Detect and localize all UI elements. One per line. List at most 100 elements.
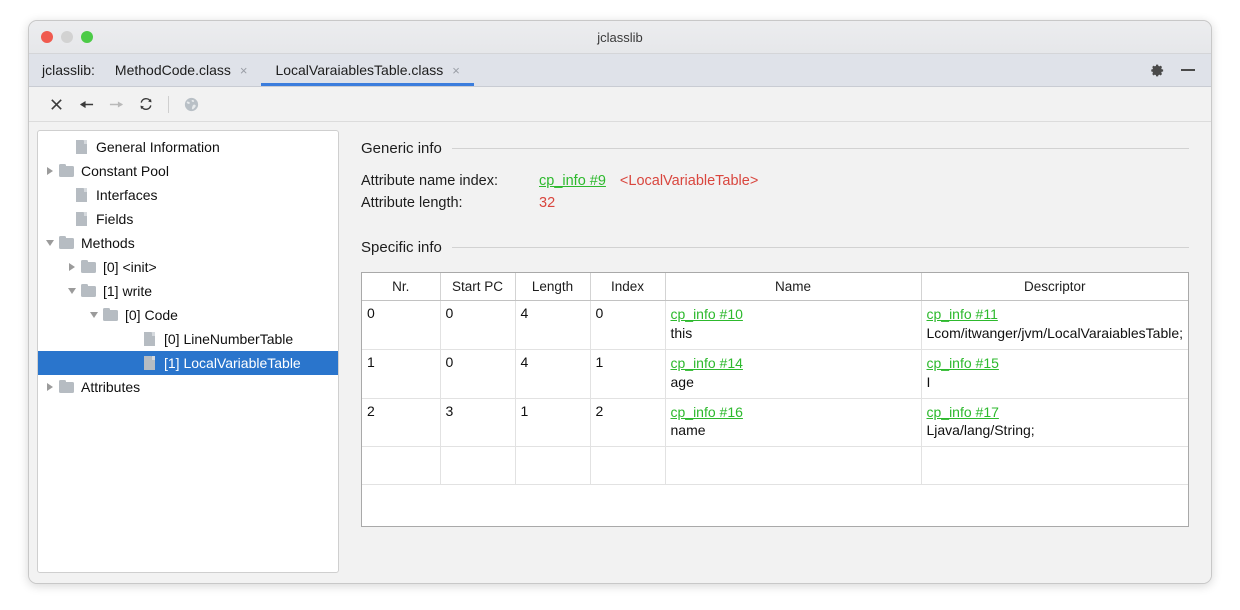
tab-method-code[interactable]: MethodCode.class × bbox=[101, 54, 262, 86]
cp-info-link[interactable]: cp_info #15 bbox=[927, 354, 1184, 373]
minimize-window-button[interactable] bbox=[61, 31, 73, 43]
section-rule bbox=[451, 247, 1189, 248]
tree-item-label: [0] Code bbox=[125, 307, 178, 323]
screenshot-root: jclasslib jclasslib: MethodCode.class × … bbox=[0, 0, 1240, 610]
column-header-nr[interactable]: Nr. bbox=[362, 273, 441, 301]
column-header-descriptor[interactable]: Descriptor bbox=[921, 273, 1188, 301]
maximize-window-button[interactable] bbox=[81, 31, 93, 43]
cell-descriptor-value: Ljava/lang/String; bbox=[926, 422, 1035, 439]
column-header-name[interactable]: Name bbox=[665, 273, 922, 301]
chevron-right-icon[interactable] bbox=[42, 167, 57, 175]
cell-descriptor: cp_info #11 Lcom/itwanger/jvm/LocalVarai… bbox=[921, 300, 1188, 350]
tree-item-local-variable-table[interactable]: [1] LocalVariableTable bbox=[38, 351, 338, 375]
cell-name-value: this bbox=[670, 324, 693, 341]
column-header-start-pc[interactable]: Start PC bbox=[440, 273, 516, 301]
close-window-button[interactable] bbox=[41, 31, 53, 43]
tree-item-label: Attributes bbox=[81, 379, 141, 395]
tab-label: LocalVaraiablesTable.class bbox=[275, 62, 444, 78]
gear-icon[interactable] bbox=[1150, 63, 1165, 78]
tab-bar-prefix: jclasslib: bbox=[42, 62, 95, 78]
column-header-index[interactable]: Index bbox=[590, 273, 666, 301]
close-icon[interactable] bbox=[41, 91, 71, 117]
tree-item-attributes[interactable]: Attributes bbox=[38, 375, 338, 399]
cp-info-link[interactable]: cp_info #14 bbox=[671, 354, 916, 373]
cell-index: 1 bbox=[590, 349, 666, 399]
cell-length: 4 bbox=[515, 300, 591, 350]
table-row[interactable]: 0 0 4 0 cp_info #10 this cp_info #11 Lco… bbox=[362, 300, 1188, 350]
local-variable-table: Nr. Start PC Length Index Name Descripto… bbox=[362, 273, 1188, 486]
attribute-length-row: Attribute length: 32 bbox=[361, 195, 1189, 211]
folder-icon bbox=[59, 379, 74, 395]
tab-bar-actions bbox=[1150, 54, 1211, 86]
table-empty-area bbox=[362, 446, 1188, 486]
close-icon[interactable]: × bbox=[240, 64, 248, 77]
cell-length: 1 bbox=[515, 398, 591, 448]
tree-item-methods[interactable]: Methods bbox=[38, 231, 338, 255]
tree-item-code[interactable]: [0] Code bbox=[38, 303, 338, 327]
specific-info-heading: Specific info bbox=[361, 239, 1189, 256]
table-row[interactable]: 2 3 1 2 cp_info #16 name cp_info #17 Lja… bbox=[362, 398, 1188, 448]
folder-icon bbox=[59, 235, 74, 251]
toolbar bbox=[29, 87, 1211, 122]
field-label: Attribute length: bbox=[361, 195, 463, 211]
cell-descriptor-value: Lcom/itwanger/jvm/LocalVaraiablesTable; bbox=[926, 324, 1184, 341]
cell-name-value: age bbox=[670, 373, 694, 390]
cp-info-link[interactable]: cp_info #9 bbox=[539, 173, 606, 189]
table-row[interactable]: 1 0 4 1 cp_info #14 age cp_info #15 I bbox=[362, 349, 1188, 399]
tree-sidebar[interactable]: General Information Constant Pool Interf… bbox=[37, 130, 339, 573]
tree-item-method-write[interactable]: [1] write bbox=[38, 279, 338, 303]
cell-start-pc: 3 bbox=[440, 398, 516, 448]
file-icon bbox=[74, 139, 89, 155]
file-icon bbox=[142, 355, 157, 371]
cell-index: 0 bbox=[590, 300, 666, 350]
globe-icon[interactable] bbox=[176, 91, 206, 117]
close-icon[interactable]: × bbox=[452, 64, 460, 77]
tree-item-constant-pool[interactable]: Constant Pool bbox=[38, 159, 338, 183]
tree-item-interfaces[interactable]: Interfaces bbox=[38, 183, 338, 207]
cell-nr: 1 bbox=[362, 349, 441, 399]
chevron-right-icon[interactable] bbox=[42, 383, 57, 391]
generic-info-heading: Generic info bbox=[361, 140, 1189, 157]
minimize-icon[interactable] bbox=[1181, 69, 1195, 71]
cp-info-link[interactable]: cp_info #17 bbox=[927, 403, 1184, 422]
cell-nr: 2 bbox=[362, 398, 441, 448]
toolbar-separator bbox=[168, 95, 169, 113]
tree-item-label: Interfaces bbox=[96, 187, 158, 203]
cp-info-link[interactable]: cp_info #10 bbox=[671, 305, 916, 324]
tree-item-method-init[interactable]: [0] <init> bbox=[38, 255, 338, 279]
chevron-down-icon[interactable] bbox=[86, 312, 101, 318]
tree-item-label: [1] LocalVariableTable bbox=[164, 355, 301, 371]
tree-item-label: [0] LineNumberTable bbox=[164, 331, 294, 347]
tree-item-general-information[interactable]: General Information bbox=[38, 135, 338, 159]
reload-icon[interactable] bbox=[131, 91, 161, 117]
cell-name: cp_info #16 name bbox=[665, 398, 922, 448]
title-bar: jclasslib bbox=[29, 21, 1211, 54]
tree-item-fields[interactable]: Fields bbox=[38, 207, 338, 231]
cp-info-link[interactable]: cp_info #11 bbox=[927, 305, 1184, 324]
tab-label: MethodCode.class bbox=[114, 62, 231, 78]
tab-local-variables-table[interactable]: LocalVaraiablesTable.class × bbox=[261, 54, 475, 86]
cell-length: 4 bbox=[515, 349, 591, 399]
section-title: Specific info bbox=[361, 239, 442, 256]
chevron-down-icon[interactable] bbox=[42, 240, 57, 246]
cp-info-link[interactable]: cp_info #16 bbox=[671, 403, 916, 422]
cell-name-value: name bbox=[670, 422, 706, 439]
window-body: General Information Constant Pool Interf… bbox=[29, 122, 1211, 583]
chevron-right-icon[interactable] bbox=[64, 263, 79, 271]
chevron-down-icon[interactable] bbox=[64, 288, 79, 294]
tree-item-label: [1] write bbox=[103, 283, 153, 299]
cell-descriptor-value: I bbox=[926, 373, 931, 390]
field-label: Attribute name index: bbox=[361, 173, 499, 189]
file-icon bbox=[74, 211, 89, 227]
local-variable-table-container[interactable]: Nr. Start PC Length Index Name Descripto… bbox=[361, 272, 1189, 527]
folder-icon bbox=[81, 283, 96, 299]
column-header-length[interactable]: Length bbox=[515, 273, 591, 301]
file-icon bbox=[74, 187, 89, 203]
cell-start-pc: 0 bbox=[440, 300, 516, 350]
cell-descriptor: cp_info #17 Ljava/lang/String; bbox=[921, 398, 1188, 448]
tree-item-line-number-table[interactable]: [0] LineNumberTable bbox=[38, 327, 338, 351]
tree-item-label: Methods bbox=[81, 235, 135, 251]
back-arrow-icon[interactable] bbox=[71, 91, 101, 117]
cell-name: cp_info #14 age bbox=[665, 349, 922, 399]
